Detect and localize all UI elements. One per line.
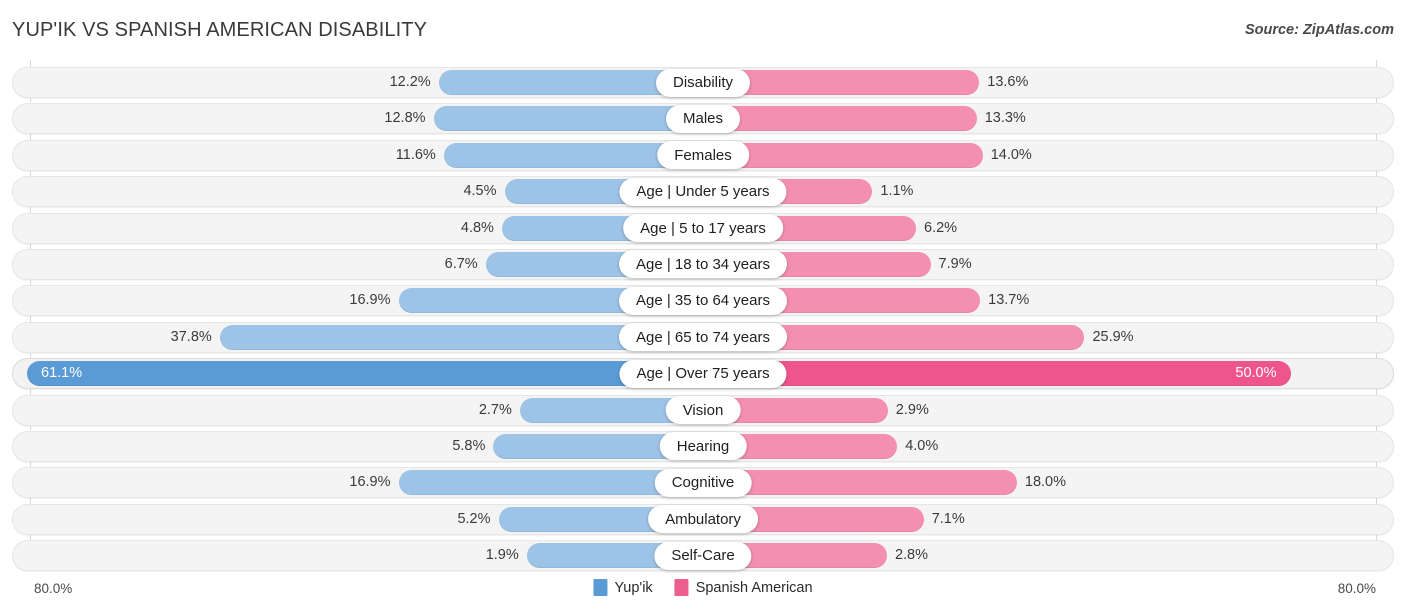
value-label-right: 7.9% <box>938 255 972 272</box>
axis-label-right: 80.0% <box>1337 581 1376 596</box>
table-row[interactable]: 12.2% 13.6% Disability <box>0 65 1406 101</box>
value-label-right: 50.0% <box>1235 365 1277 382</box>
bar-right-spanish-american <box>703 106 977 132</box>
value-label-left: 16.9% <box>349 474 391 491</box>
value-label-right: 7.1% <box>931 510 965 527</box>
category-label-pill: Females <box>657 141 749 170</box>
table-row[interactable]: 16.9% 13.7% Age | 35 to 64 years <box>0 283 1406 319</box>
category-label-pill: Hearing <box>659 432 747 461</box>
category-label-pill: Self-Care <box>654 541 752 570</box>
axis-label-left: 80.0% <box>34 581 73 596</box>
value-label-left: 4.8% <box>460 219 494 236</box>
value-label-right: 6.2% <box>924 219 958 236</box>
bar-right-spanish-american <box>703 361 1291 387</box>
value-label-right: 2.8% <box>894 547 928 564</box>
category-label-pill: Age | Over 75 years <box>619 359 787 388</box>
category-label-pill: Cognitive <box>654 468 752 497</box>
value-label-left: 2.7% <box>478 401 512 418</box>
table-row[interactable]: 37.8% 25.9% Age | 65 to 74 years <box>0 320 1406 356</box>
value-label-left: 12.2% <box>389 74 431 90</box>
value-label-right: 13.7% <box>988 292 1030 309</box>
legend-item[interactable]: Spanish American <box>674 579 813 596</box>
table-row[interactable]: 61.1% 50.0% Age | Over 75 years <box>0 356 1406 392</box>
legend-item[interactable]: Yup'ik <box>593 579 653 596</box>
value-label-left: 11.6% <box>395 146 436 163</box>
table-row[interactable]: 2.7% 2.9% Vision <box>0 393 1406 429</box>
value-label-left: 12.8% <box>384 110 426 127</box>
value-label-left: 6.7% <box>444 255 478 272</box>
category-label-pill: Ambulatory <box>648 505 758 534</box>
source-attribution: Source: ZipAtlas.com <box>1244 22 1394 38</box>
category-label-pill: Vision <box>665 396 741 425</box>
category-label-pill: Age | Under 5 years <box>619 177 787 206</box>
table-row[interactable]: 5.8% 4.0% Hearing <box>0 429 1406 465</box>
value-label-left: 5.2% <box>457 510 491 527</box>
table-row[interactable]: 4.5% 1.1% Age | Under 5 years <box>0 174 1406 210</box>
table-row[interactable]: 16.9% 18.0% Cognitive <box>0 465 1406 501</box>
category-label-pill: Age | 5 to 17 years <box>623 214 783 243</box>
category-label-pill: Age | 65 to 74 years <box>619 323 787 352</box>
legend-swatch-icon <box>593 579 608 596</box>
bar-left-yupik <box>433 106 703 132</box>
value-label-right: 18.0% <box>1024 474 1067 491</box>
table-row[interactable]: 12.8% 13.3% Males <box>0 101 1406 137</box>
chart-footer: 80.0% 80.0% Yup'ik Spanish American <box>0 575 1406 612</box>
table-row[interactable]: 4.8% 6.2% Age | 5 to 17 years <box>0 211 1406 247</box>
chart-legend: Yup'ik Spanish American <box>593 579 813 596</box>
value-label-right: 25.9% <box>1092 328 1134 345</box>
category-label-pill: Disability <box>655 68 751 97</box>
value-label-right: 13.3% <box>984 110 1026 127</box>
category-label-pill: Males <box>665 104 741 133</box>
legend-swatch-icon <box>674 579 689 596</box>
table-row[interactable]: 1.9% 2.8% Self-Care <box>0 538 1406 574</box>
value-label-right: 1.1% <box>880 183 914 200</box>
value-label-left: 5.8% <box>452 437 486 454</box>
value-label-left: 61.1% <box>41 365 83 382</box>
table-row[interactable]: 5.2% 7.1% Ambulatory <box>0 502 1406 538</box>
chart-rows: 12.2% 13.6% Disability 12.8% 13.3% Males 11.6%… <box>0 65 1406 574</box>
value-label-right: 2.9% <box>895 401 929 418</box>
category-label-pill: Age | 35 to 64 years <box>619 286 787 315</box>
chart-page: YUP'IK VS SPANISH AMERICAN DISABILITY So… <box>0 0 1406 612</box>
value-label-right: 4.0% <box>905 437 939 454</box>
legend-label: Yup'ik <box>614 579 653 596</box>
table-row[interactable]: 6.7% 7.9% Age | 18 to 34 years <box>0 247 1406 283</box>
value-label-left: 16.9% <box>349 292 391 309</box>
value-label-left: 4.5% <box>463 183 497 200</box>
legend-label: Spanish American <box>695 579 813 596</box>
value-label-right: 14.0% <box>990 146 1032 163</box>
value-label-left: 37.8% <box>170 328 212 345</box>
bar-left-yupik <box>27 361 703 387</box>
value-label-left: 1.9% <box>485 547 519 564</box>
table-row[interactable]: 11.6% 14.0% Females <box>0 138 1406 174</box>
category-label-pill: Age | 18 to 34 years <box>619 250 787 279</box>
page-title: YUP'IK VS SPANISH AMERICAN DISABILITY <box>12 19 428 41</box>
value-label-right: 13.6% <box>987 74 1029 90</box>
chart-plot-area: 12.2% 13.6% Disability 12.8% 13.3% Males 11.6%… <box>0 60 1406 575</box>
chart-header: YUP'IK VS SPANISH AMERICAN DISABILITY So… <box>0 0 1406 60</box>
